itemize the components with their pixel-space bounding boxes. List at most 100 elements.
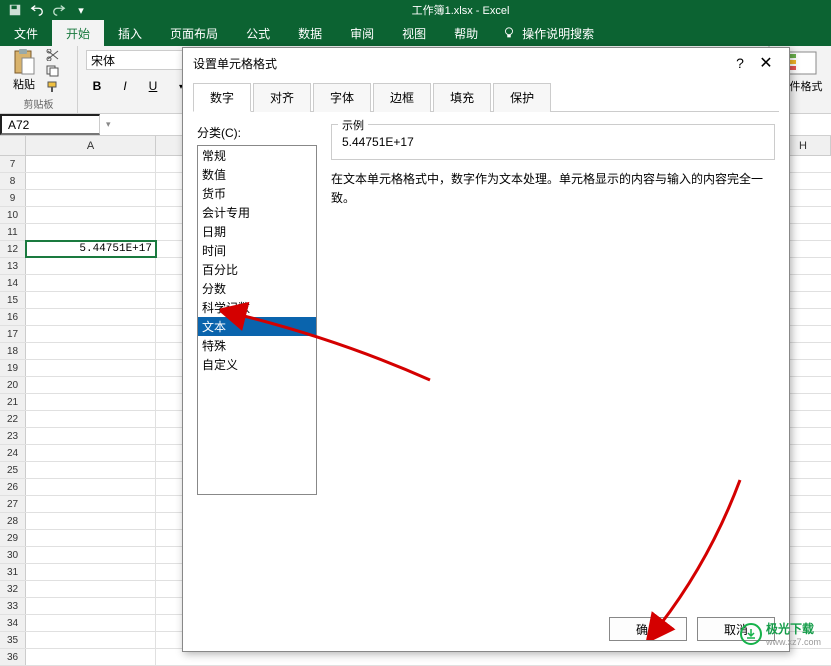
category-item[interactable]: 会计专用 [198,203,316,222]
qat-customize-icon[interactable]: ▾ [72,1,90,19]
tab-formulas[interactable]: 公式 [232,20,284,46]
name-box[interactable] [0,114,100,135]
cell[interactable] [26,292,156,308]
row-header[interactable]: 11 [0,224,26,240]
cut-icon[interactable] [46,48,70,62]
cell[interactable] [26,258,156,274]
row-header[interactable]: 24 [0,445,26,461]
paste-button[interactable]: 粘贴 [6,48,42,94]
row-header[interactable]: 31 [0,564,26,580]
tab-data[interactable]: 数据 [284,20,336,46]
cell[interactable] [26,411,156,427]
dialog-tab-number[interactable]: 数字 [193,83,251,112]
row-header[interactable]: 26 [0,479,26,495]
cell[interactable] [26,496,156,512]
dialog-tab-fill[interactable]: 填充 [433,83,491,112]
cell[interactable] [26,156,156,172]
cell[interactable] [26,615,156,631]
cell[interactable] [26,394,156,410]
cell[interactable]: 5.44751E+17 [26,241,156,257]
category-item[interactable]: 特殊 [198,336,316,355]
cell[interactable] [26,224,156,240]
row-header[interactable]: 14 [0,275,26,291]
category-item[interactable]: 分数 [198,279,316,298]
category-item[interactable]: 科学记数 [198,298,316,317]
dialog-close-icon[interactable]: ✕ [753,53,779,73]
tab-file[interactable]: 文件 [0,20,52,46]
dialog-help-icon[interactable]: ? [727,55,753,71]
ok-button[interactable]: 确定 [609,617,687,641]
save-icon[interactable] [6,1,24,19]
row-header[interactable]: 17 [0,326,26,342]
cell[interactable] [26,479,156,495]
row-header[interactable]: 19 [0,360,26,376]
undo-icon[interactable] [28,1,46,19]
tell-me-search[interactable]: 操作说明搜索 [492,20,604,46]
cell[interactable] [26,275,156,291]
row-header[interactable]: 13 [0,258,26,274]
dialog-tab-protection[interactable]: 保护 [493,83,551,112]
col-header-a[interactable]: A [26,136,156,155]
row-header[interactable]: 8 [0,173,26,189]
row-header[interactable]: 20 [0,377,26,393]
dialog-tab-alignment[interactable]: 对齐 [253,83,311,112]
cell[interactable] [26,530,156,546]
row-header[interactable]: 33 [0,598,26,614]
cell[interactable] [26,649,156,665]
cell[interactable] [26,462,156,478]
tab-page-layout[interactable]: 页面布局 [156,20,232,46]
category-item[interactable]: 数值 [198,165,316,184]
category-item[interactable]: 日期 [198,222,316,241]
row-header[interactable]: 7 [0,156,26,172]
cell[interactable] [26,598,156,614]
row-header[interactable]: 25 [0,462,26,478]
italic-button[interactable]: I [114,76,136,96]
row-header[interactable]: 22 [0,411,26,427]
cell[interactable] [26,377,156,393]
fx-dropdown-icon[interactable]: ▾ [106,119,111,130]
row-header[interactable]: 35 [0,632,26,648]
select-all-corner[interactable] [0,136,26,155]
cell[interactable] [26,513,156,529]
row-header[interactable]: 36 [0,649,26,665]
cell[interactable] [26,190,156,206]
row-header[interactable]: 10 [0,207,26,223]
category-item[interactable]: 货币 [198,184,316,203]
row-header[interactable]: 30 [0,547,26,563]
cell[interactable] [26,564,156,580]
category-item[interactable]: 百分比 [198,260,316,279]
cell[interactable] [26,445,156,461]
cell[interactable] [26,360,156,376]
tab-review[interactable]: 审阅 [336,20,388,46]
category-listbox[interactable]: 常规数值货币会计专用日期时间百分比分数科学记数文本特殊自定义 [197,145,317,495]
row-header[interactable]: 21 [0,394,26,410]
format-painter-icon[interactable] [46,80,70,94]
row-header[interactable]: 9 [0,190,26,206]
row-header[interactable]: 23 [0,428,26,444]
row-header[interactable]: 12 [0,241,26,257]
cell[interactable] [26,547,156,563]
category-item[interactable]: 常规 [198,146,316,165]
cell[interactable] [26,207,156,223]
row-header[interactable]: 18 [0,343,26,359]
cell[interactable] [26,173,156,189]
row-header[interactable]: 29 [0,530,26,546]
cell[interactable] [26,428,156,444]
redo-icon[interactable] [50,1,68,19]
category-item[interactable]: 时间 [198,241,316,260]
underline-button[interactable]: U [142,76,164,96]
row-header[interactable]: 32 [0,581,26,597]
row-header[interactable]: 16 [0,309,26,325]
cell[interactable] [26,309,156,325]
copy-icon[interactable] [46,64,70,78]
category-item[interactable]: 文本 [198,317,316,336]
tab-view[interactable]: 视图 [388,20,440,46]
row-header[interactable]: 27 [0,496,26,512]
tab-help[interactable]: 帮助 [440,20,492,46]
font-name-input[interactable] [86,50,186,70]
cell[interactable] [26,581,156,597]
cell[interactable] [26,343,156,359]
dialog-tab-border[interactable]: 边框 [373,83,431,112]
category-item[interactable]: 自定义 [198,355,316,374]
bold-button[interactable]: B [86,76,108,96]
